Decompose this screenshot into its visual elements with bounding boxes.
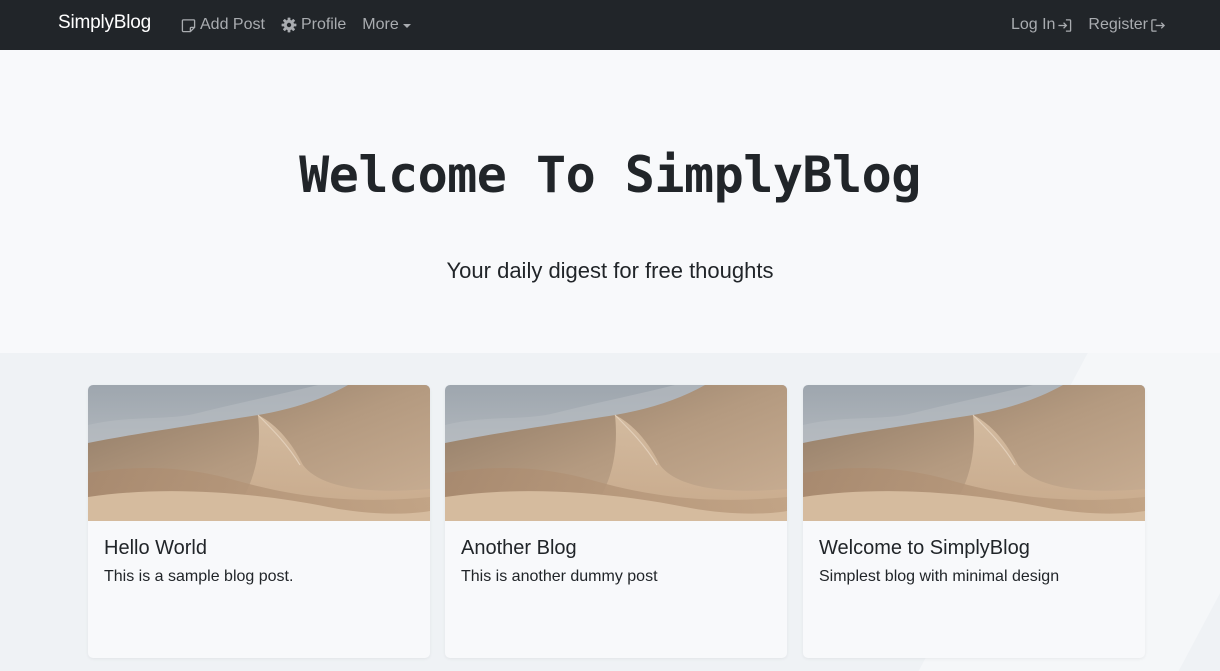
add-post-label: Add Post	[200, 16, 265, 33]
desert-dunes-image	[445, 385, 787, 521]
post-excerpt: Simplest blog with minimal design	[819, 568, 1060, 585]
sticky-note-icon	[181, 18, 196, 33]
nav-left-group: Add Post Profile More	[181, 0, 427, 50]
posts-section: Hello World This is a sample blog post. …	[0, 353, 1220, 671]
register-arrow-icon	[1150, 18, 1166, 33]
register-link[interactable]: Register	[1088, 16, 1166, 34]
register-label: Register	[1088, 16, 1148, 33]
post-title: Hello World	[104, 537, 207, 559]
post-excerpt: This is a sample blog post.	[104, 568, 294, 585]
login-arrow-icon	[1057, 18, 1072, 33]
brand-link[interactable]: SimplyBlog	[58, 12, 151, 34]
desert-dunes-image	[88, 385, 430, 521]
more-label: More	[362, 16, 399, 33]
post-card-body: Hello World This is a sample blog post.	[88, 521, 430, 602]
post-excerpt: This is another dummy post	[461, 568, 658, 585]
desert-dunes-image	[803, 385, 1145, 521]
navbar: SimplyBlog Add Post Profile More Log In …	[0, 0, 1220, 50]
post-card[interactable]: Another Blog This is another dummy post	[445, 385, 787, 658]
login-link[interactable]: Log In	[1011, 16, 1072, 34]
add-post-link[interactable]: Add Post	[181, 16, 265, 34]
post-card-body: Another Blog This is another dummy post	[445, 521, 787, 602]
profile-label: Profile	[300, 16, 347, 33]
post-title: Another Blog	[461, 537, 577, 559]
caret-down-icon	[402, 24, 411, 28]
gear-icon	[281, 17, 297, 33]
login-label: Log In	[1010, 16, 1056, 33]
profile-link[interactable]: Profile	[281, 16, 346, 34]
post-card-body: Welcome to SimplyBlog Simplest blog with…	[803, 521, 1145, 602]
hero-section: Welcome To SimplyBlog Your daily digest …	[0, 50, 1220, 353]
hero-subtitle: Your daily digest for free thoughts	[446, 258, 774, 283]
post-title: Welcome to SimplyBlog	[819, 537, 1030, 559]
hero-title: Welcome To SimplyBlog	[299, 146, 921, 204]
nav-right-group: Log In Register	[995, 0, 1166, 50]
post-card[interactable]: Hello World This is a sample blog post.	[88, 385, 430, 658]
post-card[interactable]: Welcome to SimplyBlog Simplest blog with…	[803, 385, 1145, 658]
more-dropdown-toggle[interactable]: More	[362, 16, 411, 34]
